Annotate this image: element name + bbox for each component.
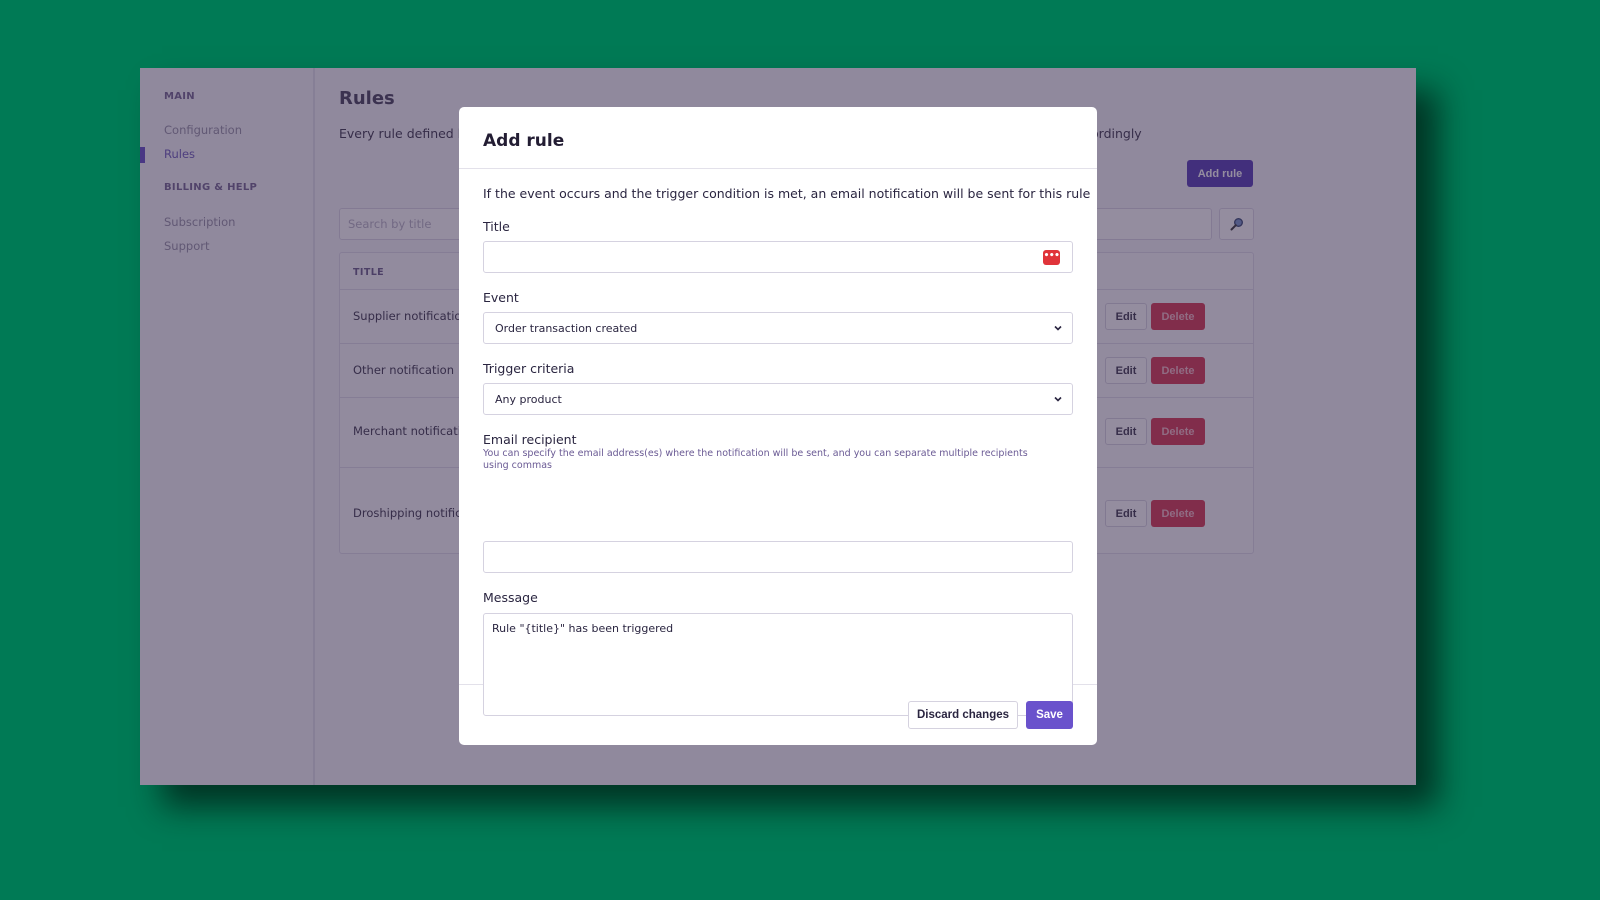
email-recipient-help: You can specify the email address(es) wh…	[483, 448, 1028, 471]
event-label: Event	[483, 290, 519, 305]
add-rule-modal: Add rule If the event occurs and the tri…	[459, 107, 1097, 745]
modal-body: If the event occurs and the trigger cond…	[459, 169, 1097, 716]
trigger-criteria-select[interactable]: Any product	[483, 383, 1073, 415]
trigger-criteria-select-value: Any product	[495, 392, 562, 406]
trigger-criteria-label: Trigger criteria	[483, 361, 575, 376]
chevron-down-icon	[1054, 325, 1062, 331]
title-input[interactable]	[484, 242, 1072, 272]
modal-title: Add rule	[483, 131, 565, 151]
modal-header: Add rule	[459, 107, 1097, 169]
modal-footer: Discard changes Save	[459, 685, 1097, 745]
event-select-value: Order transaction created	[495, 321, 638, 335]
email-recipient-input[interactable]	[483, 541, 1073, 573]
title-label: Title	[483, 219, 510, 234]
chevron-down-icon	[1054, 396, 1062, 402]
discard-changes-button[interactable]: Discard changes	[908, 701, 1018, 729]
email-recipient-label: Email recipient	[483, 432, 577, 447]
title-input-wrapper: •••	[483, 241, 1073, 273]
password-manager-icon[interactable]: •••	[1043, 250, 1060, 265]
save-button[interactable]: Save	[1026, 701, 1073, 729]
modal-intro-text: If the event occurs and the trigger cond…	[483, 186, 1091, 201]
event-select[interactable]: Order transaction created	[483, 312, 1073, 344]
message-label: Message	[483, 590, 538, 605]
